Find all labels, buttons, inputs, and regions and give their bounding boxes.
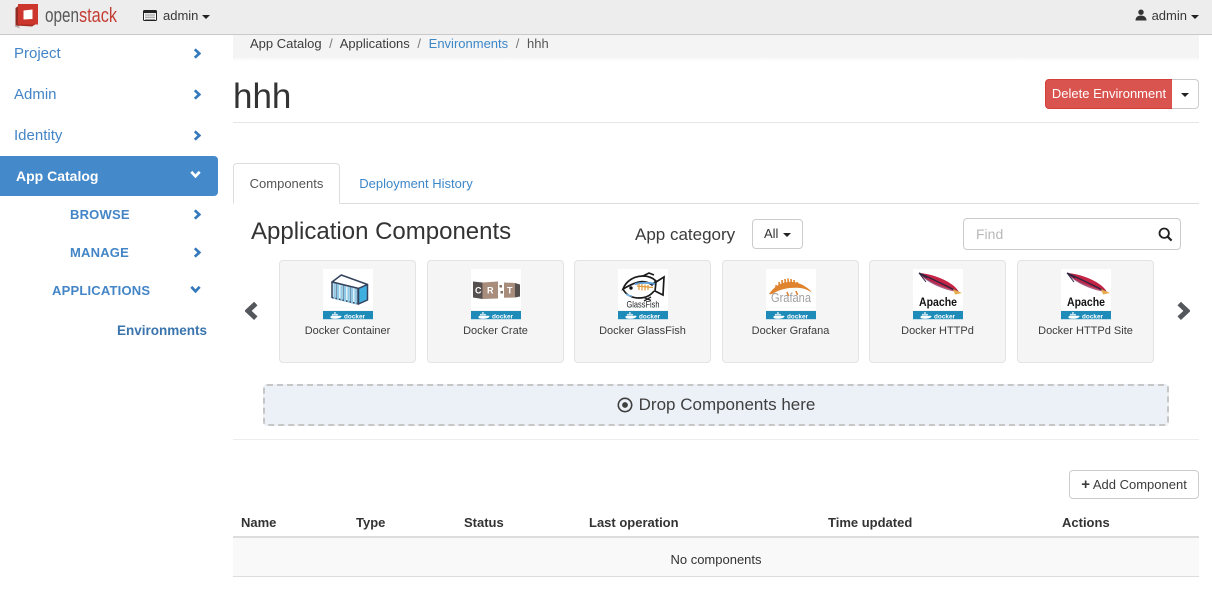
svg-text:R: R [487,286,494,296]
svg-text:Apache: Apache [919,297,957,309]
svg-text:T: T [507,286,513,296]
svg-text:Apache: Apache [1067,297,1105,309]
svg-text:stack: stack [79,5,118,27]
svg-text:GlassFish: GlassFish [626,300,659,311]
svg-text:Grafana: Grafana [771,290,812,305]
svg-text:open: open [45,5,79,27]
svg-text:C: C [475,286,482,296]
